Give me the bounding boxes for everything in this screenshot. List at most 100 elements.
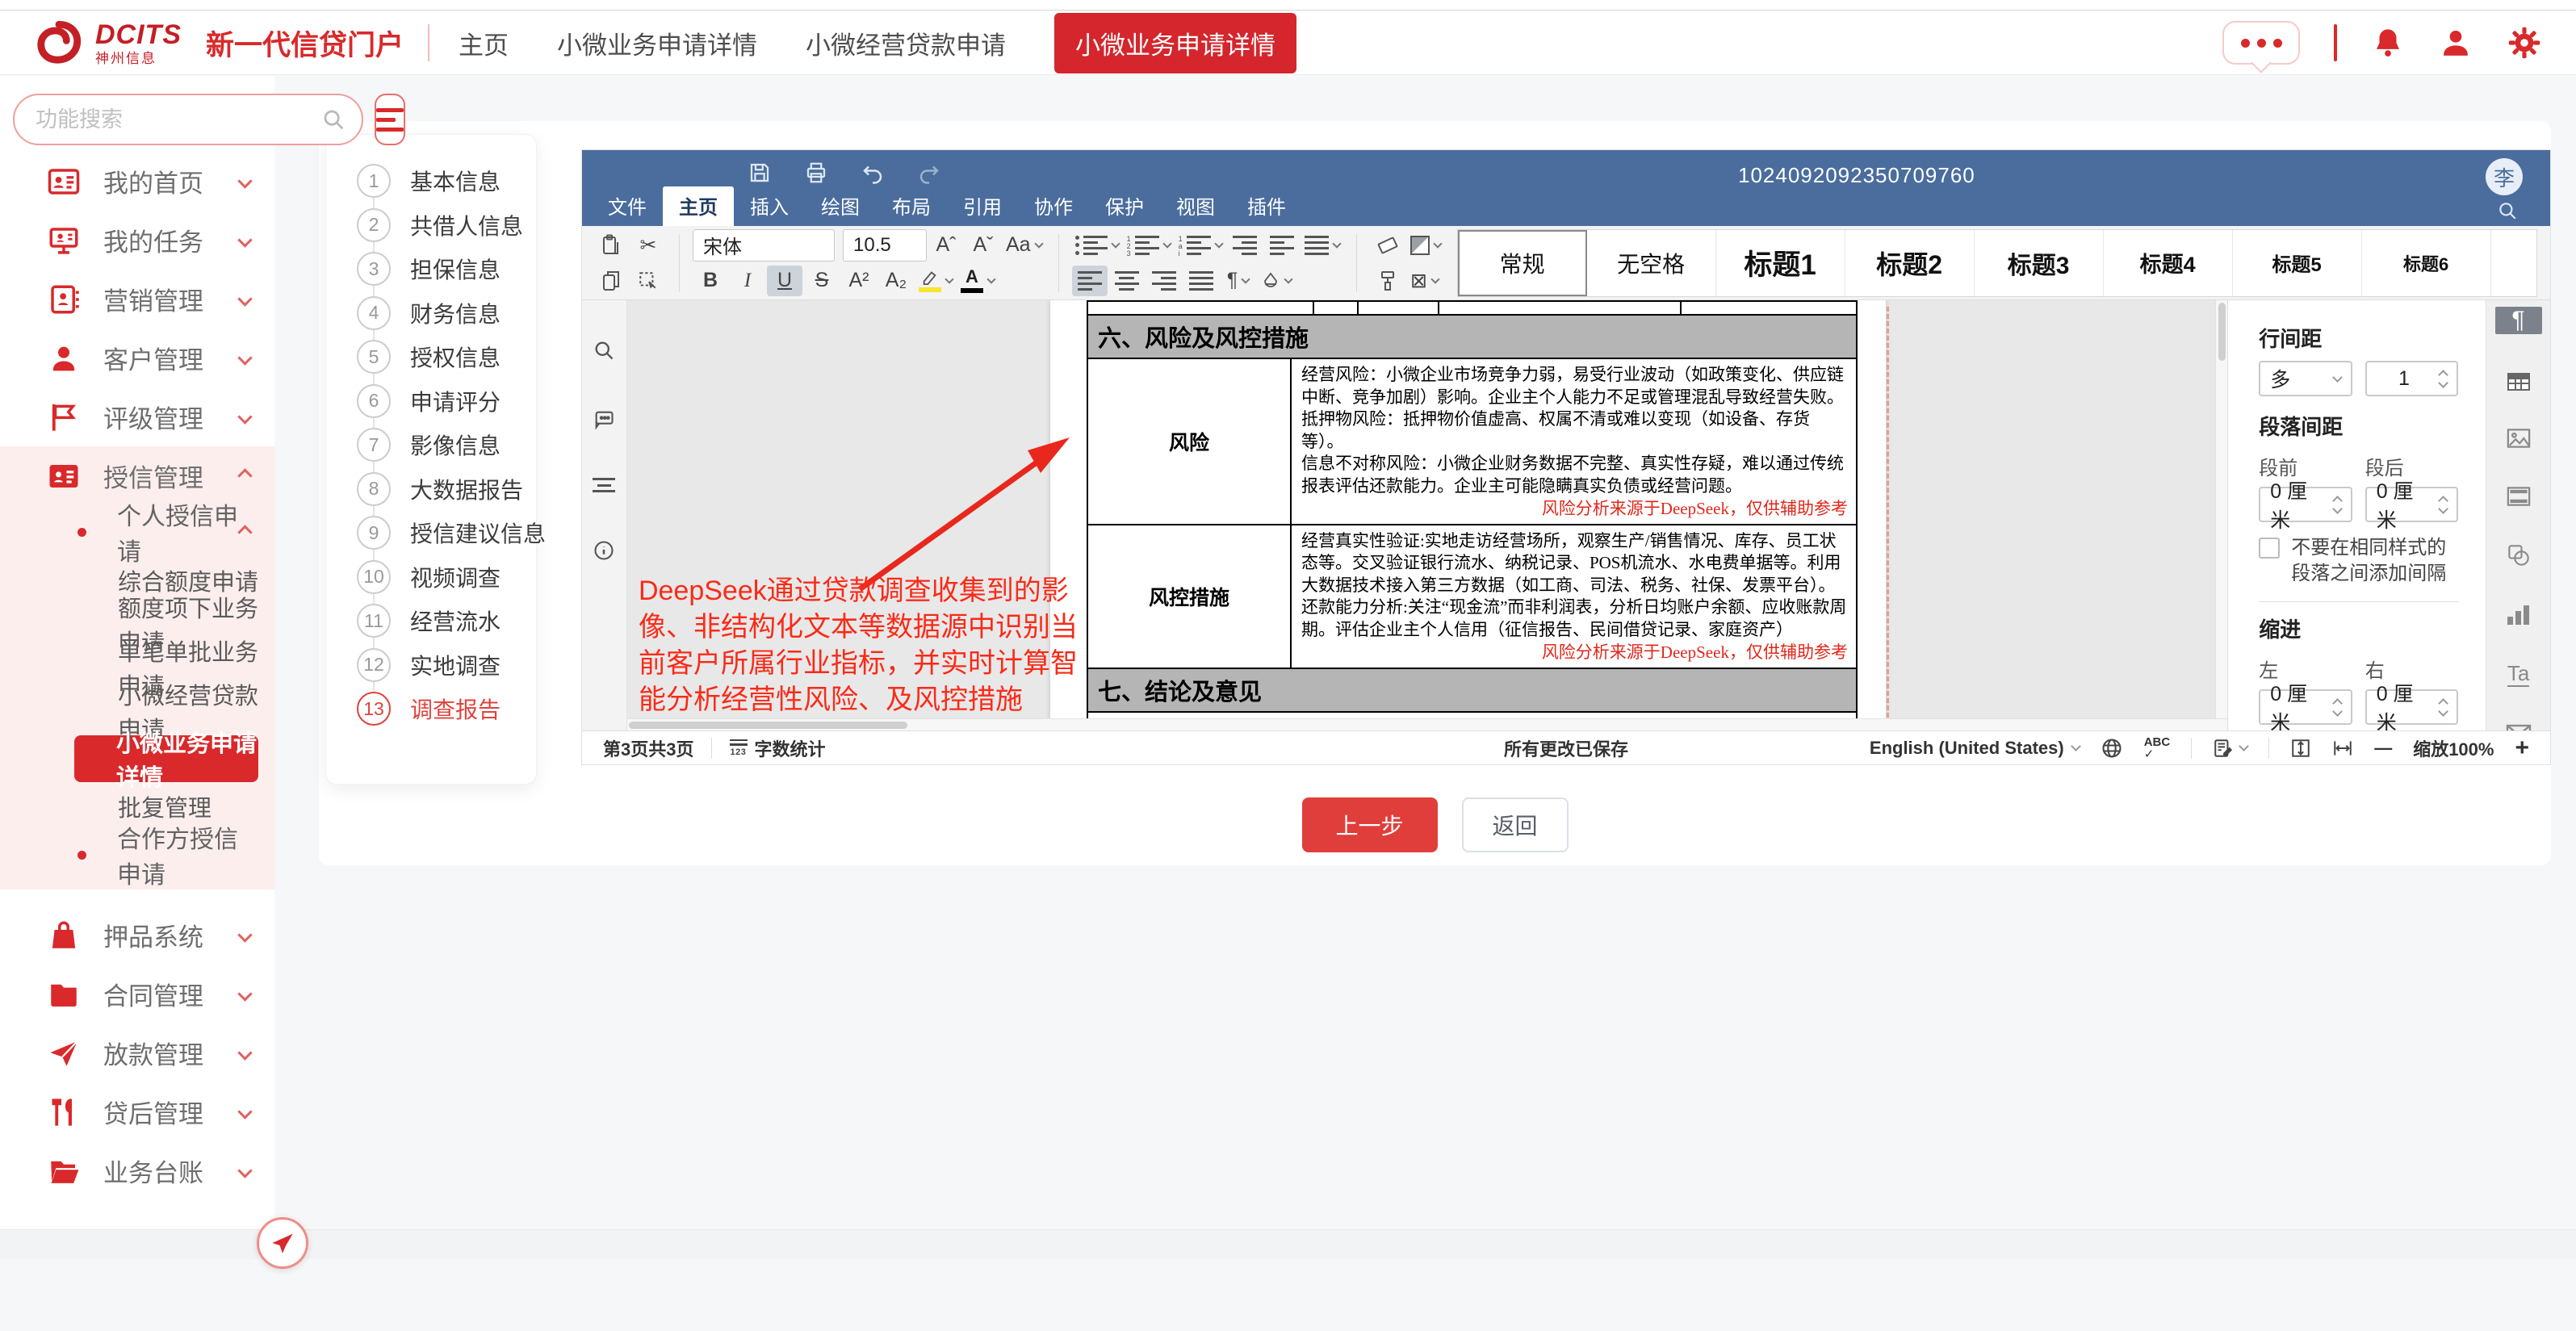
header-footer-panel-icon[interactable]: [2507, 486, 2531, 507]
indent-left-stepper[interactable]: 0 厘米: [2259, 689, 2352, 725]
bold-icon[interactable]: B: [693, 266, 728, 296]
step-field-survey[interactable]: 12实地调查: [357, 643, 536, 688]
sidebar-item-business-ledger[interactable]: 业务台账: [0, 1141, 274, 1200]
font-color-icon[interactable]: A: [957, 266, 998, 296]
line-spacing-select[interactable]: 多: [2259, 361, 2352, 396]
comments-icon[interactable]: [592, 408, 616, 431]
text-art-panel-icon[interactable]: Ta: [2507, 662, 2529, 687]
fit-width-icon[interactable]: [2332, 738, 2353, 759]
style-heading3[interactable]: 标题3: [1975, 230, 2104, 296]
document-page[interactable]: 六、风险及风控措施 风险 经营风险：小微企业市场竞争力弱，易受行业波动（如政策变…: [1050, 300, 1886, 730]
sidebar-item-my-home[interactable]: 我的首页: [0, 152, 274, 211]
step-guarantee[interactable]: 3担保信息: [357, 247, 536, 291]
nav-tab-home[interactable]: 主页: [459, 25, 509, 61]
menu-protect[interactable]: 保护: [1089, 186, 1160, 226]
sidebar-item-my-tasks[interactable]: 我的任务: [0, 211, 274, 270]
space-after-stepper[interactable]: 0 厘米: [2365, 487, 2458, 522]
menu-references[interactable]: 引用: [947, 186, 1018, 226]
menu-home[interactable]: 主页: [663, 186, 734, 226]
style-heading5[interactable]: 标题5: [2233, 230, 2362, 296]
submenu-personal-credit-apply[interactable]: 个人授信申请: [0, 505, 274, 559]
font-name-select[interactable]: 宋体: [693, 229, 835, 262]
editor-search-icon[interactable]: [2497, 200, 2518, 221]
sidebar-item-disbursement[interactable]: 放款管理: [0, 1023, 274, 1082]
image-panel-icon[interactable]: [2507, 428, 2531, 449]
select-icon[interactable]: [630, 266, 666, 296]
page-indicator[interactable]: 第3页共3页: [603, 735, 693, 761]
shading-box-icon[interactable]: [1407, 230, 1444, 261]
paste-icon[interactable]: [593, 230, 629, 261]
shapes-panel-icon[interactable]: [2507, 544, 2531, 567]
spellcheck-icon[interactable]: ABC✓: [2144, 736, 2171, 760]
menu-layout[interactable]: 布局: [876, 186, 947, 226]
font-size-select[interactable]: 10.5: [843, 229, 927, 262]
menu-plugins[interactable]: 插件: [1231, 186, 1302, 226]
style-gallery-more-icon[interactable]: [2491, 230, 2536, 296]
nav-tab-micro-loan-apply[interactable]: 小微经营贷款申请: [806, 25, 1006, 61]
checkbox-icon[interactable]: [2259, 538, 2280, 559]
format-painter-icon[interactable]: [1370, 266, 1405, 296]
underline-icon[interactable]: U: [767, 266, 802, 296]
headings-nav-icon[interactable]: [593, 478, 615, 492]
undo-icon[interactable]: [861, 161, 885, 185]
print-icon[interactable]: [804, 161, 828, 185]
step-imaging[interactable]: 7影像信息: [357, 423, 536, 467]
canvas-horizontal-scrollbar[interactable]: [627, 718, 2227, 730]
sidebar-item-customers[interactable]: 客户管理: [0, 329, 274, 387]
nav-tab-micro-detail-active[interactable]: 小微业务申请详情: [1054, 13, 1296, 73]
search-input[interactable]: [36, 107, 321, 132]
sidebar-item-contracts[interactable]: 合同管理: [0, 965, 274, 1023]
grow-font-icon[interactable]: Aˆ: [928, 230, 964, 261]
menu-insert[interactable]: 插入: [734, 186, 805, 226]
chart-panel-icon[interactable]: [2507, 604, 2529, 625]
ellipsis-bubble-icon[interactable]: [2222, 21, 2300, 65]
change-case-icon[interactable]: Aa: [1003, 230, 1045, 261]
paragraph-panel-icon[interactable]: ¶: [2495, 307, 2542, 334]
sidebar-item-collateral[interactable]: 押品系统: [0, 906, 274, 965]
menu-collaborate[interactable]: 协作: [1018, 186, 1089, 226]
menu-view[interactable]: 视图: [1160, 186, 1231, 226]
style-normal[interactable]: 常规: [1458, 230, 1587, 296]
line-spacing-icon[interactable]: [1301, 230, 1343, 261]
bullet-list-icon[interactable]: [1072, 230, 1122, 261]
canvas-vertical-scrollbar[interactable]: [2215, 300, 2227, 730]
step-business-flow[interactable]: 11经营流水: [357, 599, 536, 643]
step-co-borrower[interactable]: 2共借人信息: [357, 203, 536, 248]
zoom-out-button[interactable]: —: [2374, 738, 2392, 759]
document-canvas[interactable]: 六、风险及风控措施 风险 经营风险：小微企业市场竞争力弱，易受行业波动（如政策变…: [627, 300, 2227, 730]
fit-page-icon[interactable]: [2290, 738, 2311, 759]
globe-icon[interactable]: [2101, 737, 2123, 760]
back-button[interactable]: 返回: [1462, 797, 1569, 852]
style-no-space[interactable]: 无空格: [1587, 230, 1716, 296]
step-basic-info[interactable]: 1基本信息: [357, 159, 536, 203]
shading-fill-icon[interactable]: [1258, 266, 1295, 296]
user-icon[interactable]: [2439, 26, 2473, 60]
style-heading1[interactable]: 标题1: [1716, 230, 1845, 296]
zoom-level[interactable]: 缩放100%: [2413, 735, 2494, 761]
cut-icon[interactable]: ✂: [630, 230, 666, 261]
strikethrough-icon[interactable]: S: [804, 266, 840, 296]
style-heading4[interactable]: 标题4: [2104, 230, 2233, 296]
same-style-checkbox[interactable]: 不要在相同样式的段落之间添加间隔: [2259, 535, 2458, 587]
sidebar-item-marketing[interactable]: 营销管理: [0, 270, 274, 329]
word-count-button[interactable]: 123 字数统计: [730, 735, 825, 761]
step-survey-report-active[interactable]: 13调查报告: [357, 687, 536, 731]
step-video-survey[interactable]: 10视频调查: [357, 555, 536, 600]
step-credit-advice[interactable]: 9授信建议信息: [357, 511, 536, 555]
italic-icon[interactable]: I: [730, 266, 765, 296]
submenu-partner-credit-apply[interactable]: 合作方授信申请: [0, 828, 274, 881]
floating-assistant-button[interactable]: [257, 1217, 308, 1269]
superscript-icon[interactable]: A²: [841, 266, 877, 296]
menu-draw[interactable]: 绘图: [805, 186, 876, 226]
align-center-icon[interactable]: [1109, 266, 1145, 296]
style-heading2[interactable]: 标题2: [1845, 230, 1975, 296]
previous-step-button[interactable]: 上一步: [1301, 797, 1437, 852]
increase-indent-icon[interactable]: [1264, 230, 1300, 261]
submenu-item-micro-detail-active[interactable]: 小微业务申请详情: [74, 735, 258, 782]
menu-collapse-icon[interactable]: [375, 94, 405, 145]
avatar[interactable]: 李: [2486, 158, 2523, 195]
shrink-font-icon[interactable]: Aˇ: [965, 230, 1001, 261]
justify-icon[interactable]: [1183, 266, 1219, 296]
space-before-stepper[interactable]: 0 厘米: [2259, 487, 2352, 522]
find-icon[interactable]: [593, 339, 615, 362]
